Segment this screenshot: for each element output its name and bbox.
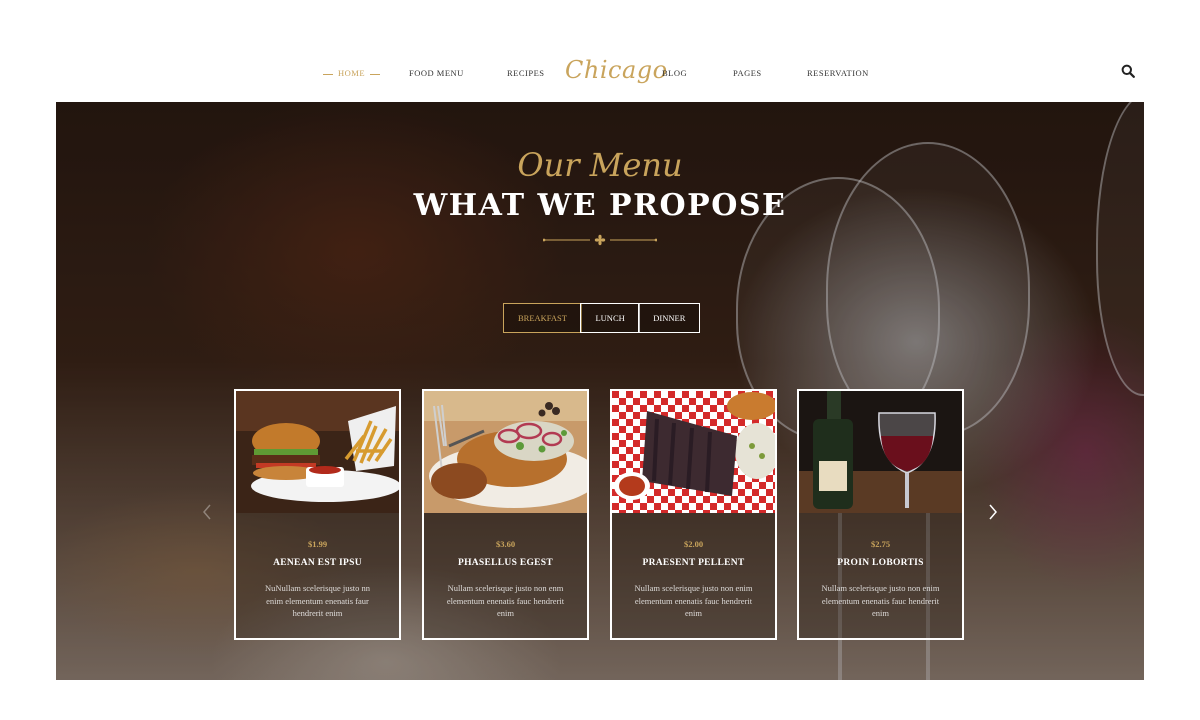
menu-card[interactable]: $3.60 PHASELLUS EGEST Nullam scelerisque… <box>422 389 589 640</box>
ribs-image <box>612 391 775 513</box>
tab-lunch[interactable]: LUNCH <box>580 303 640 333</box>
hero-section: Our Menu WHAT WE PROPOSE BREAKFAST LUNCH… <box>56 102 1144 680</box>
price: $1.99 <box>307 539 328 549</box>
dish-name: PHASELLUS EGEST <box>457 558 554 568</box>
dish-description: Nullam scelerisque justo non enim elemen… <box>634 583 753 618</box>
flower-ornament-icon <box>543 234 657 246</box>
logo[interactable]: Chicago <box>565 56 668 84</box>
nav-home[interactable]: HOME <box>318 68 385 78</box>
tab-breakfast[interactable]: BREAKFAST <box>503 303 582 333</box>
menu-card[interactable]: $2.00 PRAESENT PELLENT Nullam scelerisqu… <box>610 389 777 640</box>
dish-description: NuNullam scelerisque justo nn enim eleme… <box>264 583 371 618</box>
menu-card[interactable]: $2.75 PROIN LOBORTIS Nullam scelerisque … <box>797 389 964 640</box>
nav-reservation[interactable]: RESERVATION <box>807 68 869 78</box>
section-script-title: Our Menu <box>517 146 683 184</box>
nav-blog[interactable]: BLOG <box>662 68 687 78</box>
dish-name: PRAESENT PELLENT <box>642 558 745 568</box>
top-nav: HOME FOOD MENU RECIPES Chicago BLOG PAGE… <box>0 0 1200 102</box>
chevron-right-icon[interactable] <box>986 502 1000 522</box>
dish-name: AENEAN EST IPSU <box>273 558 362 568</box>
nav-pages[interactable]: PAGES <box>733 68 762 78</box>
price: $2.75 <box>870 539 891 549</box>
price: $2.00 <box>683 539 704 549</box>
nav-recipes[interactable]: RECIPES <box>507 68 545 78</box>
price: $3.60 <box>495 539 516 549</box>
nav-food-menu[interactable]: FOOD MENU <box>409 68 464 78</box>
menu-tabs: BREAKFAST LUNCH DINNER <box>503 303 701 333</box>
chevron-left-icon[interactable] <box>200 502 214 522</box>
tab-dinner[interactable]: DINNER <box>638 303 701 333</box>
wine-image <box>799 391 962 513</box>
menu-card[interactable]: $1.99 AENEAN EST IPSU NuNullam scelerisq… <box>234 389 401 640</box>
search-icon[interactable] <box>1121 64 1135 78</box>
burger-image <box>236 391 399 513</box>
section-title: WHAT WE PROPOSE <box>413 188 787 223</box>
dish-description: Nullam scelerisque justo non enim elemen… <box>821 583 940 618</box>
salad-image <box>424 391 587 513</box>
dish-name: PROIN LOBORTIS <box>837 558 924 568</box>
dish-description: Nullam scelerisque justo non enm element… <box>446 583 565 618</box>
